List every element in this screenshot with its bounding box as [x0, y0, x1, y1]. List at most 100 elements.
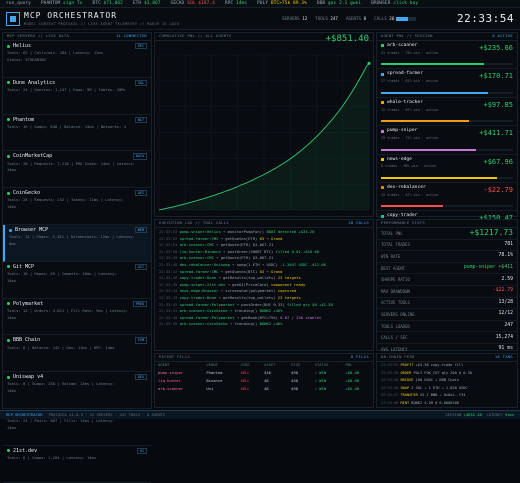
server-stats: Tools: 12 | Pages: 2,342 | Screenshots: …: [9, 235, 135, 240]
log-time: 22:33:52: [159, 236, 180, 241]
onchain-time: 22:33:49: [381, 378, 401, 383]
server-name: CoinMarketCap: [7, 153, 147, 159]
agent-pnl: +$235.66: [479, 44, 513, 52]
onchain-type: BRIDGE: [400, 378, 414, 383]
pnl-last-point: [367, 61, 371, 65]
log-line[interactable]: 22:33:39 arb-scanner:CoinGecko → trendin…: [155, 322, 373, 329]
fill-status: ✓ WIN: [314, 385, 327, 391]
log-line[interactable]: 22:33:50 liq-hunter:Binance → postOrder(…: [155, 250, 373, 257]
onchain-item[interactable]: 22:33:48 SWAP 2 SOL → 1 ETH → 1,828 USDC: [377, 386, 517, 394]
log-agent: arb-scanner:CMC: [179, 256, 214, 261]
onchain-item[interactable]: 22:33:50 ORDER POLY FOK_CUT qty 200 @ 0.…: [377, 371, 517, 379]
server-status: 14ms: [7, 389, 17, 394]
ticker-value: sign Tx: [63, 1, 83, 6]
log-line[interactable]: 22:33:46 copy-trader:Dune → getResults(t…: [155, 276, 373, 283]
agent-item[interactable]: whale-tracker 12 trades · 67% win · activ…: [377, 98, 517, 127]
fill-agent: pump-sniper: [158, 369, 184, 375]
agent-item[interactable]: dex-rebalancer 15 trades · 47% win · acti…: [377, 183, 517, 212]
log-line[interactable]: 22:33:42 spread-farmer:Polymarket → post…: [155, 303, 373, 310]
log-line[interactable]: 22:33:40 spread-farmer:Polymarket → getB…: [155, 316, 373, 323]
stat-value: 247: [504, 323, 513, 329]
log-line[interactable]: 22:33:47 spread-farmer:CMC → getQuotes(B…: [155, 270, 373, 277]
stat-value: 15,274: [495, 334, 513, 340]
log-line[interactable]: 22:33:45 pump-sniper:21st.dev → genUI(Pr…: [155, 283, 373, 290]
status-dot-icon: [7, 375, 10, 379]
server-item[interactable]: Dune Analytics SQL Tools: 24 | Queries: 1,…: [3, 78, 151, 115]
agent-winrate-bar: [381, 120, 513, 123]
fill-row[interactable]: arb-scanner Uni SELL $8 $98 ✓ WIN +$5.40: [155, 385, 373, 393]
stat-label: TOTAL TRADES: [381, 242, 410, 248]
stat-row: TOTAL TRADES 781: [377, 240, 517, 252]
log-time: 22:33:40: [159, 315, 180, 320]
agent-pnl: +$170.71: [479, 72, 513, 81]
server-item[interactable]: CoinGecko API Tools: 28 | Requests: 252 | …: [3, 188, 151, 225]
log-call: → getResults(top_wallets): [216, 276, 278, 281]
server-item[interactable]: Uniswap v4 DEX Tools: 8 | Swaps: 238 | Vol…: [3, 372, 151, 409]
app-subtitle: MODEL CONTEXT PROTOCOL // LIVE AGENT TEL…: [24, 22, 180, 26]
onchain-item[interactable]: 22:33:47 TRANSFER 52.7 BNB → 0x8a1..f34: [377, 393, 517, 401]
fill-row[interactable]: liq-hunter Binance SELL $8 $50 ✓ WIN +$8.98: [155, 377, 373, 385]
fill-side: SELL: [240, 385, 250, 391]
fill-agent: arb-scanner: [158, 385, 184, 391]
log-line[interactable]: 22:33:51 arb-scanner:CMC → getQuote(ETH)…: [155, 243, 373, 250]
onchain-time: 22:33:51: [381, 363, 401, 367]
log-line[interactable]: 22:33:53 pump-sniper:Helius → monitorPum…: [155, 230, 373, 237]
status-dot-icon: [7, 44, 10, 48]
stat-row: MAX DRAWDOWN -$22.79: [377, 286, 517, 298]
onchain-item[interactable]: 22:33:49 BRIDGE 100 USDC → BBB Chain: [377, 378, 517, 386]
onchain-item[interactable]: 22:33:46 MINT BONK2 4.2M @ 0.0000188: [377, 401, 517, 409]
status-footer: MCP ORCHESTRATOR PROTOCOL v1.0.3 · 12 SE…: [0, 410, 520, 419]
status-dot-icon: [7, 449, 10, 453]
log-line[interactable]: 22:33:52 spread-farmer:CMC → getQuotes(E…: [155, 237, 373, 244]
agent-winrate-fill: [381, 120, 470, 123]
server-badge: SQL: [134, 79, 147, 87]
agent-winrate-bar: [381, 176, 513, 179]
server-name: Dune Analytics: [7, 80, 147, 86]
server-item[interactable]: Git MCP GIT Tools: 18 | Repos: 49 | Commit…: [3, 262, 151, 299]
onchain-time: 22:33:47: [381, 393, 401, 398]
log-time: 22:33:43: [159, 295, 180, 300]
fill-status: ✓ WIN: [314, 377, 327, 383]
ticker-item: PHANTOM sign Tx: [40, 1, 83, 6]
log-line[interactable]: 22:33:48 dex-rebalancer:Uniswap → swap(1…: [155, 263, 373, 270]
fill-asset: $8: [264, 385, 269, 391]
onchain-panel-header: ON-CHAIN FEED 16 TXNS: [377, 354, 517, 362]
server-item[interactable]: CoinMarketCap DATA Tools: 28 | Requests: 7…: [3, 151, 151, 189]
pnl-chart: [155, 41, 373, 216]
log-line[interactable]: 22:33:43 copy-trader:Dune → getResults(t…: [155, 296, 373, 303]
log-count: 20 CALLS: [348, 220, 369, 226]
agent-winrate-fill: [381, 91, 488, 94]
server-item[interactable]: Browser MCP WEB Tools: 12 | Pages: 2,342 |…: [3, 224, 151, 262]
log-result: 0.87 / 250 stablet: [280, 315, 322, 320]
server-item[interactable]: Helius RPC Tools: 62 | Calls/min: 284 | La…: [3, 41, 151, 78]
log-line[interactable]: 22:33:41 arb-scanner:CoinGecko → trendin…: [155, 309, 373, 316]
server-item[interactable]: 21st.dev UI Tools: 6 | Comps: 1,204 | Late…: [3, 446, 151, 483]
fill-row[interactable]: pump-sniper Phantom SELL $48 $90 ✓ WIN +$8.40: [155, 369, 373, 377]
log-list[interactable]: 22:33:53 pump-sniper:Helius → monitorPum…: [155, 228, 373, 329]
stats-list: TOTAL PNL +$1217.73 TOTAL TRADES 781 WIN RAT…: [377, 228, 517, 356]
stat-row: BEST AGENT pump-sniper +$411: [377, 263, 517, 275]
agent-item[interactable]: spread-farmer 37 trades · 81% win · activ…: [377, 69, 517, 98]
server-status: 14ms: [7, 205, 17, 210]
onchain-item[interactable]: 22:33:51 PROFIT +$4.38 copy-trade fill: [377, 363, 517, 371]
onchain-detail: 2 SOL → 1 ETH → 1,828 USDC: [409, 385, 468, 390]
server-label: Uniswap v4: [13, 374, 44, 381]
log-line[interactable]: 22:33:44 news-edge:Browser → screenshot(…: [155, 289, 373, 296]
server-item[interactable]: Phantom WLT Tools: 16 | Swaps: 848 | Balan…: [3, 115, 151, 152]
fills-column-header: PNL: [345, 362, 353, 368]
server-item[interactable]: BBB Chain EVM Tools: 8 | Balance: 142 | Ga…: [3, 335, 151, 373]
onchain-list[interactable]: 22:33:51 PROFIT +$4.38 copy-trade fill 22…: [377, 362, 517, 409]
stat-value: -$22.79: [492, 288, 513, 294]
agent-item[interactable]: pump-sniper 29 trades · 72% win · active +…: [377, 126, 517, 155]
ticker-value: 14ms: [235, 1, 247, 6]
log-line[interactable]: 22:33:49 arb-scanner:CMC → getQuote(ETH)…: [155, 256, 373, 263]
onchain-type: TRANSFER: [400, 393, 418, 398]
agent-label: news-edge: [387, 156, 412, 162]
agent-item[interactable]: news-edge 8 trades · 88% win · active +$67…: [377, 155, 517, 183]
status-dot-icon: [7, 265, 10, 269]
server-item[interactable]: Polymarket PRED Tools: 14 | Orders: 4,821 …: [3, 299, 151, 336]
ticker-item: GECKO SOL $187.4: [170, 1, 215, 6]
log-call: → getQuote(ETH) $3,867.21: [213, 256, 274, 261]
onchain-panel-title: ON-CHAIN FEED: [381, 354, 415, 360]
agent-item[interactable]: arb-scanner 41 trades · 78% win · active +…: [377, 41, 517, 70]
